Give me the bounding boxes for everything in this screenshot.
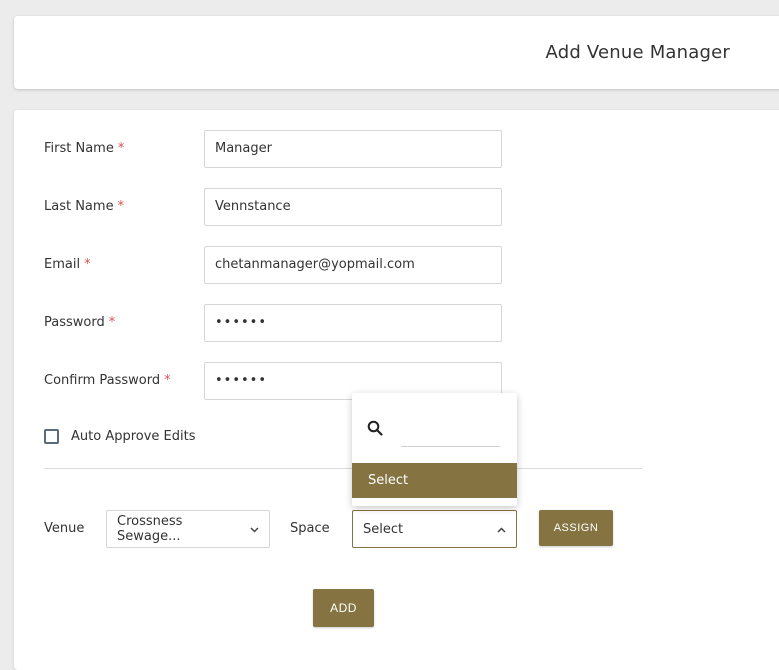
space-label: Space: [290, 521, 330, 536]
required-marker: *: [117, 199, 125, 214]
last-name-label: Last Name *: [44, 199, 124, 214]
last-name-input[interactable]: Vennstance: [204, 188, 502, 226]
space-select-value: Select: [363, 521, 404, 537]
auto-approve-row[interactable]: Auto Approve Edits: [44, 429, 196, 444]
required-marker: *: [108, 315, 116, 330]
form-card: First Name * Manager Last Name * Vennstanc…: [14, 110, 779, 670]
venue-select-value: Crossness Sewage...: [117, 514, 183, 544]
chevron-up-icon: [497, 523, 506, 536]
dropdown-search-input[interactable]: [401, 446, 500, 447]
email-label: Email *: [44, 257, 91, 272]
add-button[interactable]: ADD: [313, 589, 374, 627]
first-name-input[interactable]: Manager: [204, 130, 502, 168]
search-icon: [367, 420, 383, 436]
auto-approve-checkbox[interactable]: [44, 429, 59, 444]
email-label-text: Email: [44, 257, 81, 272]
chevron-down-icon: [250, 523, 259, 536]
dropdown-option[interactable]: Select: [352, 463, 517, 498]
password-field[interactable]: ••••••: [204, 304, 502, 342]
auto-approve-label[interactable]: Auto Approve Edits: [71, 429, 196, 444]
required-marker: *: [84, 257, 91, 272]
space-dropdown: Select: [352, 393, 517, 506]
first-name-label: First Name *: [44, 141, 124, 156]
venue-select[interactable]: Crossness Sewage...: [106, 510, 270, 548]
required-marker: *: [117, 141, 125, 156]
header-card: Add Venue Manager: [14, 16, 779, 89]
first-name-label-text: First Name: [44, 141, 114, 156]
space-select[interactable]: Select: [352, 510, 517, 548]
password-label-text: Password: [44, 315, 105, 330]
confirm-password-label: Confirm Password *: [44, 373, 171, 388]
password-label: Password *: [44, 315, 115, 330]
confirm-password-label-text: Confirm Password: [44, 373, 161, 388]
assign-button[interactable]: ASSIGN: [539, 510, 613, 546]
email-field[interactable]: chetanmanager@yopmail.com: [204, 246, 502, 284]
divider: [44, 468, 642, 469]
required-marker: *: [164, 373, 171, 388]
page-title: Add Venue Manager: [545, 42, 730, 63]
last-name-label-text: Last Name: [44, 199, 114, 214]
venue-label: Venue: [44, 521, 85, 536]
